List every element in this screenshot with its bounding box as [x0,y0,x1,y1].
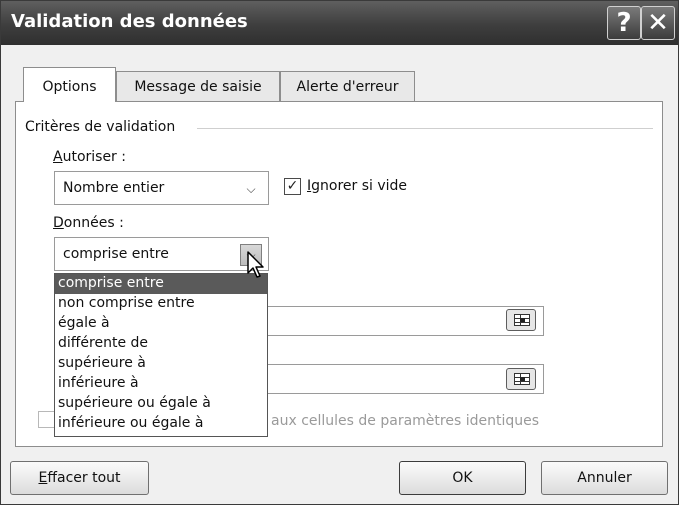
clear-all-label: ffacer tout [47,470,121,486]
autoriser-select[interactable]: Nombre entier ⌵ [54,171,269,205]
dropdown-option[interactable]: comprise entre [55,274,267,294]
range-select-icon-dot [520,318,525,322]
ignore-blank-label-text: gnorer si vide [311,178,408,194]
close-button[interactable]: ✕ [641,6,675,40]
autoriser-accesskey: A [53,149,63,165]
donnees-accesskey: D [53,215,64,231]
help-button[interactable]: ? [607,6,641,40]
group-divider [197,128,653,129]
mouse-pointer-icon [247,251,264,278]
clear-all-button[interactable]: Effacer tout [10,461,149,495]
ignore-blank-label: Ignorer si vide [307,178,407,194]
dropdown-option[interactable]: inférieure ou égale à [55,414,267,434]
minimum-input[interactable] [261,306,544,336]
donnees-value: comprise entre [63,246,169,262]
apply-identical-label: aux cellules de paramètres identiques [271,413,540,429]
tab-options[interactable]: Options [23,67,116,102]
minimum-range-button[interactable] [506,309,536,331]
clear-all-accesskey: E [38,470,48,486]
title-bar[interactable]: Validation des données ? ✕ [1,1,678,45]
tab-message-de-saisie[interactable]: Message de saisie [116,71,280,101]
maximum-range-button[interactable] [506,368,536,390]
donnees-select[interactable]: comprise entre ⌵ [54,237,269,271]
group-label-criteres: Critères de validation [25,119,182,135]
dropdown-option[interactable]: inférieure à [55,374,267,394]
dropdown-option[interactable]: différente de [55,334,267,354]
tab-alerte-d-erreur[interactable]: Alerte d'erreur [280,71,415,101]
dropdown-option[interactable]: supérieure à [55,354,267,374]
dropdown-option[interactable]: supérieure ou égale à [55,394,267,414]
ok-button[interactable]: OK [399,461,526,495]
apply-identical-checkbox[interactable] [38,411,55,428]
cancel-button[interactable]: Annuler [541,461,668,495]
autoriser-label: Autoriser : [53,149,126,165]
ignore-blank-checkbox[interactable]: ✓ [284,178,301,195]
dropdown-option[interactable]: égale à [55,314,267,334]
chevron-down-icon[interactable]: ⌵ [240,178,262,200]
data-validation-dialog: Validation des données ? ✕ Options Messa… [0,0,679,505]
dropdown-option[interactable]: non comprise entre [55,294,267,314]
range-select-icon-dot [520,377,525,381]
donnees-dropdown-list: comprise entre non comprise entre égale … [54,273,268,437]
autoriser-value: Nombre entier [63,180,165,196]
maximum-input[interactable] [261,364,544,394]
donnees-label-text: onnées : [63,215,124,231]
autoriser-label-text: utoriser : [62,149,126,165]
donnees-label: Données : [53,215,124,231]
dialog-title: Validation des données [11,11,248,32]
